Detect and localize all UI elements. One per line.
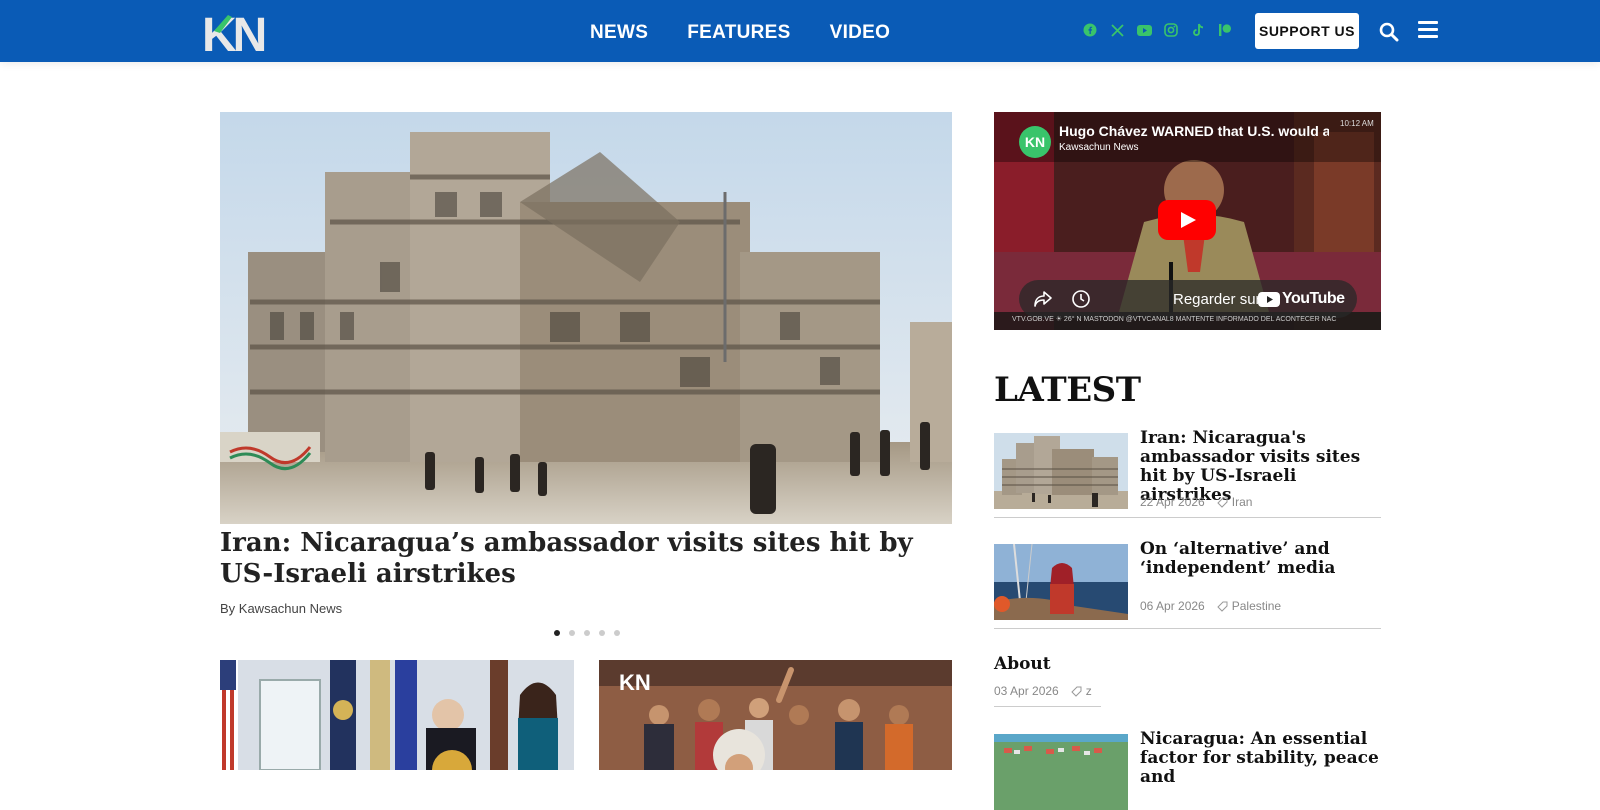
tag-icon xyxy=(1217,497,1228,508)
patreon-icon[interactable] xyxy=(1217,22,1233,38)
share-icon[interactable] xyxy=(1033,289,1053,309)
latest-thumb[interactable] xyxy=(994,544,1128,620)
social-links xyxy=(1082,22,1233,38)
youtube-logo-icon[interactable] xyxy=(1258,292,1280,307)
watch-later-icon[interactable] xyxy=(1071,289,1091,309)
video-channel[interactable]: Kawsachun News xyxy=(1059,142,1138,153)
latest-tag[interactable]: Palestine xyxy=(1232,599,1281,613)
tiktok-icon[interactable] xyxy=(1190,22,1206,38)
latest-title[interactable]: On ‘alternative’ and ‘independent’ media xyxy=(1140,540,1382,578)
latest-meta: 22 Apr 2026 Iran xyxy=(1140,495,1252,509)
video-ticker: VTV.GOB.VE ☀ 26° N MASTODON @VTVCANAL8 M… xyxy=(1012,316,1337,323)
menu-icon[interactable] xyxy=(1418,21,1438,39)
article-card-image[interactable] xyxy=(220,660,574,770)
divider xyxy=(994,628,1381,629)
hero-image[interactable] xyxy=(220,112,952,524)
latest-heading: LATEST xyxy=(994,370,1141,410)
x-icon[interactable] xyxy=(1109,22,1125,38)
main-nav: NEWS FEATURES VIDEO xyxy=(590,22,890,44)
latest-date: 22 Apr 2026 xyxy=(1140,495,1205,509)
youtube-icon[interactable] xyxy=(1136,22,1152,38)
play-button[interactable] xyxy=(1158,200,1216,240)
carousel-dot-3[interactable] xyxy=(584,630,590,636)
latest-tag[interactable]: z xyxy=(1086,684,1092,698)
divider xyxy=(994,517,1381,518)
latest-meta: 03 Apr 2026 z xyxy=(994,684,1092,698)
video-controls: Regarder sur YouTube xyxy=(1019,280,1357,318)
nav-video[interactable]: VIDEO xyxy=(830,22,891,44)
svg-text:KN: KN xyxy=(619,670,651,695)
youtube-wordmark[interactable]: YouTube xyxy=(1282,290,1345,308)
nav-features[interactable]: FEATURES xyxy=(687,22,790,44)
carousel-dot-2[interactable] xyxy=(569,630,575,636)
support-button[interactable]: SUPPORT US xyxy=(1255,13,1359,49)
divider xyxy=(994,706,1101,707)
channel-avatar[interactable]: KN xyxy=(1019,126,1051,158)
latest-title[interactable]: About xyxy=(994,654,1051,674)
latest-date: 03 Apr 2026 xyxy=(994,684,1059,698)
carousel-dot-4[interactable] xyxy=(599,630,605,636)
article-card-image[interactable]: KN xyxy=(599,660,952,770)
latest-thumb[interactable] xyxy=(994,433,1128,509)
latest-meta: 06 Apr 2026 Palestine xyxy=(1140,599,1281,613)
facebook-icon[interactable] xyxy=(1082,22,1098,38)
site-header: KN NEWS FEATURES VIDEO SUPPORT US xyxy=(0,0,1600,62)
carousel-dot-5[interactable] xyxy=(614,630,620,636)
video-title[interactable]: Hugo Chávez WARNED that U.S. would ap xyxy=(1059,123,1329,139)
nav-news[interactable]: NEWS xyxy=(590,22,648,44)
svg-text:KN: KN xyxy=(202,9,265,53)
latest-title[interactable]: Nicaragua: An essential factor for stabi… xyxy=(1140,730,1382,787)
hero-title[interactable]: Iran: Nicaragua’s ambassador visits site… xyxy=(220,528,950,590)
latest-thumb[interactable] xyxy=(994,734,1128,810)
video-clock: 10:12 AM xyxy=(1340,119,1374,128)
latest-tag[interactable]: Iran xyxy=(1232,495,1253,509)
tag-icon xyxy=(1071,686,1082,697)
tag-icon xyxy=(1217,601,1228,612)
hero-byline: By Kawsachun News xyxy=(220,601,343,616)
watch-on-label[interactable]: Regarder sur xyxy=(1173,291,1261,308)
latest-title[interactable]: Iran: Nicaragua's ambassador visits site… xyxy=(1140,429,1382,505)
search-icon[interactable] xyxy=(1379,22,1399,42)
carousel-dots xyxy=(554,630,620,636)
youtube-embed[interactable]: KN Hugo Chávez WARNED that U.S. would ap… xyxy=(994,112,1381,330)
instagram-icon[interactable] xyxy=(1163,22,1179,38)
site-logo[interactable]: KN xyxy=(202,9,276,53)
latest-date: 06 Apr 2026 xyxy=(1140,599,1205,613)
carousel-dot-1[interactable] xyxy=(554,630,560,636)
